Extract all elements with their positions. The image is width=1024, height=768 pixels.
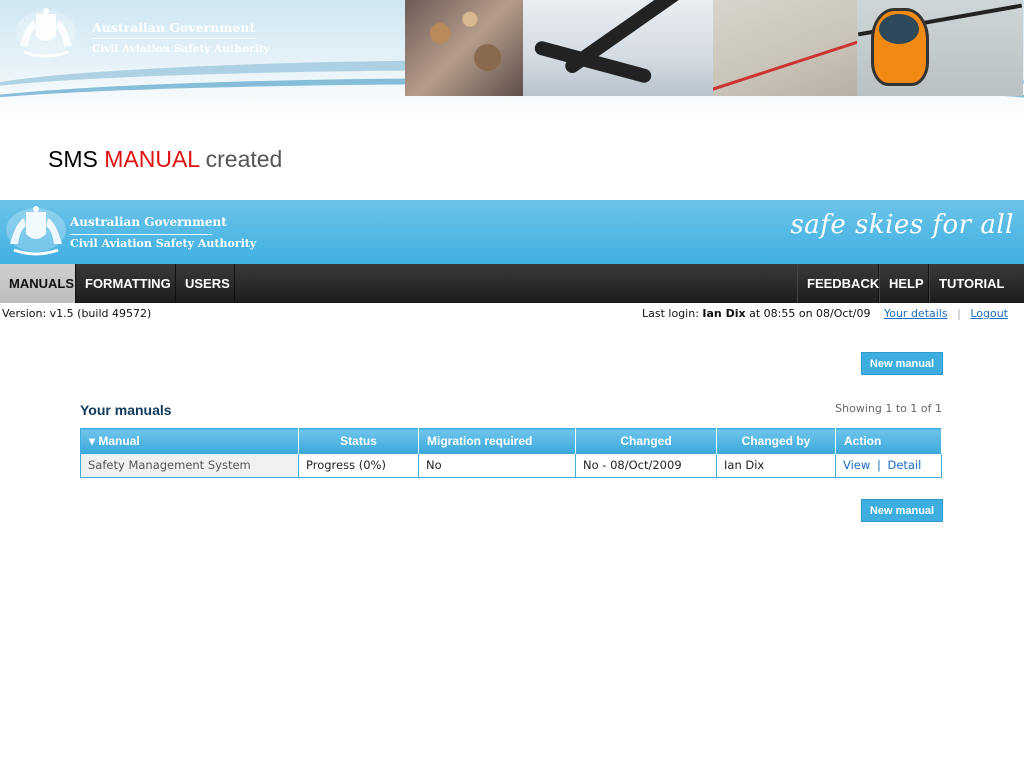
sort-desc-icon: ▾ xyxy=(89,434,96,449)
nav-tutorial[interactable]: TUTORIAL xyxy=(929,264,1024,303)
tarmac-photo xyxy=(713,0,857,96)
nav-formatting[interactable]: FORMATTING xyxy=(76,264,176,303)
view-link[interactable]: View xyxy=(843,458,870,472)
column-manual[interactable]: ▾ Manual xyxy=(80,428,299,454)
your-details-link[interactable]: Your details xyxy=(884,307,948,320)
login-separator: | xyxy=(957,307,961,320)
detail-link[interactable]: Detail xyxy=(887,458,921,472)
helicopter-photo xyxy=(857,0,1023,96)
agency-line-casa: Civil Aviation Safety Authority xyxy=(92,43,270,55)
last-login-prefix: Last login: xyxy=(641,307,699,320)
column-status[interactable]: Status xyxy=(298,428,419,454)
app-agency-name: Australian Government Civil Aviation Saf… xyxy=(70,215,256,250)
agency-divider xyxy=(92,38,256,39)
nav-feedback[interactable]: FEEDBACK xyxy=(797,264,879,303)
helicopter-canopy xyxy=(879,14,919,44)
slide-banner: Australian Government Civil Aviation Saf… xyxy=(0,0,1024,116)
heading-word-sms: SMS xyxy=(48,146,98,172)
main-nav: MANUALS FORMATTING USERS FEEDBACK HELP T… xyxy=(0,264,1024,303)
tarmac-marking xyxy=(713,30,857,93)
column-manual-label: Manual xyxy=(98,434,140,449)
cell-changed-by: Ian Dix xyxy=(716,453,836,478)
column-changed-by[interactable]: Changed by xyxy=(716,428,836,454)
nav-users[interactable]: USERS xyxy=(176,264,235,303)
engine-parts-photo xyxy=(405,0,523,96)
cell-manual: Safety Management System xyxy=(80,453,299,478)
app-tagline: safe skies for all xyxy=(790,210,1014,240)
your-manuals-title: Your manuals xyxy=(80,402,172,418)
cell-changed: No - 08/Oct/2009 xyxy=(575,453,717,478)
app-agency-line-government: Australian Government xyxy=(70,215,227,229)
last-login-time: at 08:55 on 08/Oct/09 xyxy=(749,307,871,320)
login-info: Last login: Ian Dix at 08:55 on 08/Oct/0… xyxy=(642,307,1008,320)
slide-heading: SMS MANUAL created xyxy=(48,146,282,173)
app-agency-divider xyxy=(70,234,212,235)
version-label: Version: v1.5 (build 49572) xyxy=(2,307,152,320)
new-manual-button-bottom[interactable]: New manual xyxy=(861,499,943,522)
nav-manuals[interactable]: MANUALS xyxy=(0,264,76,303)
cell-action: View | Detail xyxy=(835,453,942,478)
manuals-table: ▾ Manual Status Migration required Chang… xyxy=(80,428,942,478)
logout-link[interactable]: Logout xyxy=(970,307,1008,320)
app-agency-line-casa: Civil Aviation Safety Authority xyxy=(70,237,257,250)
agency-line-government: Australian Government xyxy=(92,20,256,35)
propeller-photo xyxy=(523,0,713,96)
heading-word-manual: MANUAL xyxy=(104,146,200,172)
column-migration[interactable]: Migration required xyxy=(418,428,576,454)
coat-of-arms-icon xyxy=(6,206,66,256)
new-manual-button-top[interactable]: New manual xyxy=(861,352,943,375)
column-changed[interactable]: Changed xyxy=(575,428,717,454)
table-header-row: ▾ Manual Status Migration required Chang… xyxy=(80,428,942,454)
cell-status: Progress (0%) xyxy=(298,453,419,478)
banner-photo-strip xyxy=(405,0,1023,96)
last-login-user: Ian Dix xyxy=(702,307,746,320)
cell-migration: No xyxy=(418,453,576,478)
coat-of-arms-icon xyxy=(16,8,76,58)
pagination-summary: Showing 1 to 1 of 1 xyxy=(835,402,942,415)
column-action: Action xyxy=(835,428,942,454)
heading-word-created: created xyxy=(205,146,283,172)
action-separator: | xyxy=(876,458,881,473)
app-header: Australian Government Civil Aviation Saf… xyxy=(0,200,1024,264)
nav-help[interactable]: HELP xyxy=(879,264,929,303)
table-row: Safety Management System Progress (0%) N… xyxy=(80,453,942,478)
